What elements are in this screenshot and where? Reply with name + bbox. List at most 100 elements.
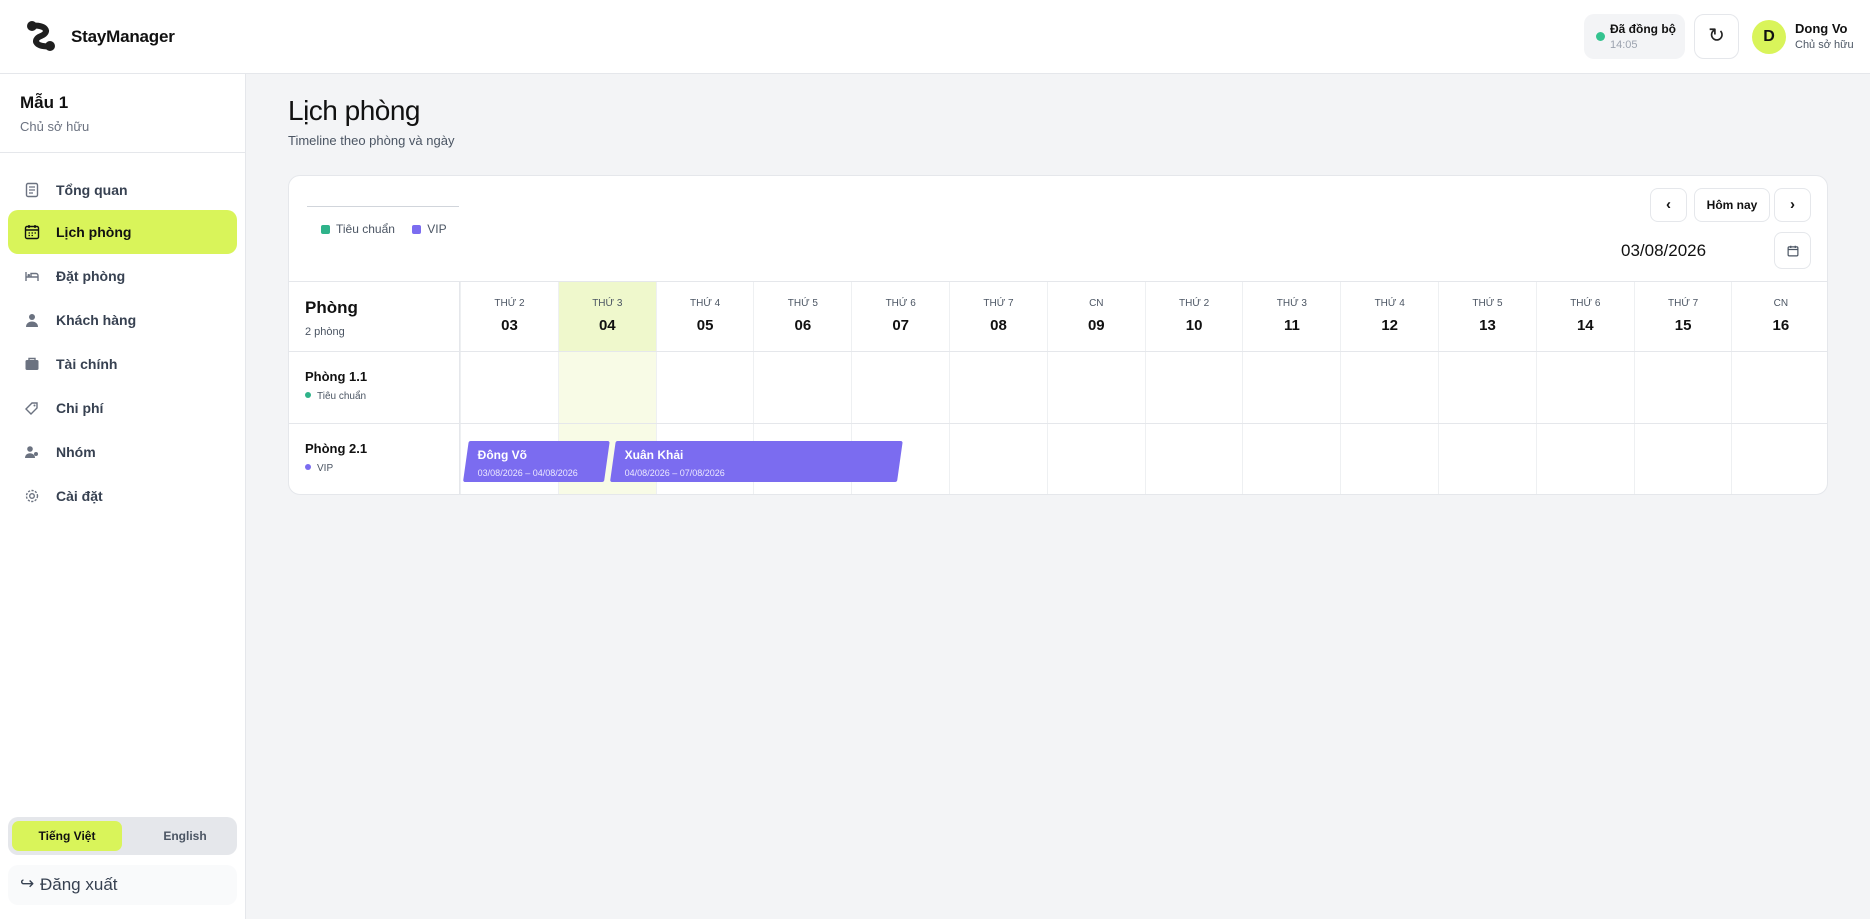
- sidebar-item-lich-phong[interactable]: Lịch phòng: [8, 210, 237, 254]
- top-bar: StayManager Đã đồng bộ 14:05 ↻ D Dong Vo…: [0, 0, 1870, 74]
- avatar[interactable]: D: [1752, 20, 1786, 54]
- day-column[interactable]: THỨ 2 10: [1144, 282, 1243, 494]
- day-number: 11: [1283, 317, 1300, 334]
- logout-label: Đăng xuất: [40, 875, 118, 894]
- day-header[interactable]: THỨ 3 11: [1243, 282, 1340, 351]
- day-column[interactable]: THỨ 4 12: [1340, 282, 1438, 494]
- booking-bar[interactable]: Đông Võ 03/08/2026 – 04/08/2026: [463, 441, 610, 482]
- sidebar-item-label: Lịch phòng: [56, 224, 132, 240]
- booking-dates: 03/08/2026 – 04/08/2026: [477, 468, 578, 478]
- day-number: 04: [598, 317, 616, 334]
- legend-swatch-icon: [412, 225, 422, 234]
- day-number: 15: [1674, 317, 1692, 334]
- next-week-button[interactable]: ›: [1774, 188, 1811, 222]
- room-name[interactable]: Phòng 1.1: [305, 369, 367, 384]
- sidebar-item-tong-quan[interactable]: Tổng quan: [8, 168, 237, 212]
- sidebar-item-tai-chinh[interactable]: Tài chính: [8, 342, 237, 386]
- day-number: 12: [1381, 317, 1399, 334]
- refresh-button[interactable]: ↻: [1694, 14, 1739, 59]
- gear-icon: [25, 489, 39, 503]
- day-column[interactable]: THỨ 7 15: [1633, 282, 1732, 494]
- sidebar-item-label: Nhóm: [56, 444, 96, 460]
- day-number: 08: [990, 317, 1007, 334]
- sidebar-item-chi-phi[interactable]: Chi phí: [8, 386, 237, 430]
- legend-item-vip: VIP: [412, 222, 447, 236]
- document-icon: [25, 182, 39, 198]
- day-header[interactable]: THỨ 4 12: [1341, 282, 1438, 351]
- day-of-week: CN: [1089, 298, 1104, 309]
- room-row-border: [289, 423, 1827, 424]
- room-type-dot-icon: [305, 392, 311, 398]
- day-header[interactable]: THỨ 6 14: [1537, 282, 1634, 351]
- day-header[interactable]: THỨ 6 07: [852, 282, 949, 351]
- day-number: 10: [1185, 317, 1203, 334]
- logout-icon: ↪: [20, 874, 35, 893]
- sync-status: Đã đồng bộ 14:05: [1584, 14, 1685, 59]
- page-title: Lịch phòng: [288, 95, 421, 126]
- room-timeline-card: Tiêu chuẩn VIP ‹ Hôm nay › 03/08/2026 Ph…: [288, 175, 1828, 495]
- sync-status-dot-icon: [1596, 32, 1605, 41]
- sidebar-item-label: Đặt phòng: [56, 268, 126, 284]
- booking-guest-name: Xuân Khải: [624, 448, 684, 462]
- day-of-week: THỨ 6: [1570, 298, 1601, 309]
- day-column[interactable]: THỨ 3 11: [1242, 282, 1340, 494]
- day-header[interactable]: THỨ 7 08: [950, 282, 1047, 351]
- booking-bar[interactable]: Xuân Khải 04/08/2026 – 07/08/2026: [609, 441, 903, 482]
- day-of-week: THỨ 3: [1276, 298, 1307, 309]
- legend-label: Tiêu chuẩn: [336, 222, 395, 236]
- day-column[interactable]: THỨ 7 08: [949, 282, 1047, 494]
- day-column[interactable]: CN 09: [1046, 282, 1145, 494]
- page-subtitle: Timeline theo phòng và ngày: [288, 133, 455, 148]
- legend-divider: [307, 206, 459, 207]
- day-number: 14: [1576, 317, 1594, 334]
- booking-guest-name: Đông Võ: [477, 448, 527, 462]
- day-header[interactable]: THỨ 7 15: [1635, 282, 1732, 351]
- day-column[interactable]: CN 16: [1731, 282, 1827, 494]
- sync-status-time: 14:05: [1610, 39, 1638, 51]
- day-of-week: THỨ 7: [1667, 298, 1699, 309]
- day-of-week: THỨ 5: [787, 298, 818, 309]
- language-option-en[interactable]: English: [130, 821, 240, 851]
- sidebar-item-khach-hang[interactable]: Khách hàng: [8, 298, 237, 342]
- calendar-icon: [1787, 245, 1799, 257]
- selected-date[interactable]: 03/08/2026: [1621, 241, 1706, 261]
- date-picker-button[interactable]: [1774, 232, 1811, 269]
- staymanager-logo-icon[interactable]: [25, 20, 57, 52]
- room-column-border: [459, 281, 460, 494]
- room-type-legend: Tiêu chuẩn VIP: [321, 222, 461, 236]
- day-of-week: THỨ 2: [494, 298, 525, 309]
- day-header[interactable]: THỨ 2 03: [461, 282, 558, 351]
- booking-content: Đông Võ 03/08/2026 – 04/08/2026: [478, 448, 578, 478]
- sidebar-item-dat-phong[interactable]: Đặt phòng: [8, 254, 237, 298]
- sidebar-item-label: Khách hàng: [56, 312, 137, 328]
- sidebar-divider: [0, 152, 245, 153]
- user-name[interactable]: Dong Vo: [1795, 21, 1847, 36]
- room-name[interactable]: Phòng 2.1: [305, 441, 367, 456]
- day-header[interactable]: CN 09: [1048, 282, 1145, 351]
- today-button[interactable]: Hôm nay: [1694, 188, 1770, 222]
- day-header[interactable]: THỨ 4 05: [657, 282, 754, 351]
- brand-name[interactable]: StayManager: [71, 27, 175, 47]
- day-column[interactable]: THỨ 6 14: [1535, 282, 1634, 494]
- day-number: 13: [1479, 317, 1496, 334]
- language-switcher: Tiếng Việt English: [8, 817, 237, 855]
- day-header[interactable]: THỨ 2 10: [1146, 282, 1243, 351]
- rooms-header: Phòng: [305, 298, 358, 317]
- sidebar-item-label: Chi phí: [56, 400, 104, 416]
- day-header[interactable]: THỨ 5 13: [1439, 282, 1536, 351]
- day-column[interactable]: THỨ 5 13: [1438, 282, 1536, 494]
- legend-swatch-icon: [321, 225, 330, 234]
- user-icon: [26, 314, 38, 327]
- prev-week-button[interactable]: ‹: [1650, 188, 1687, 222]
- day-header[interactable]: CN 16: [1732, 282, 1827, 351]
- room-type-dot-icon: [305, 464, 311, 470]
- sidebar-item-cai-dat[interactable]: Cài đặt: [8, 474, 237, 518]
- day-header[interactable]: THỨ 5 06: [754, 282, 851, 351]
- day-header[interactable]: THỨ 3 04: [558, 282, 656, 351]
- logout-button[interactable]: ↪ Đăng xuất: [8, 865, 237, 905]
- language-option-vi[interactable]: Tiếng Việt: [12, 821, 122, 851]
- day-of-week: THỨ 7: [983, 298, 1014, 309]
- sidebar-item-nhom[interactable]: Nhóm: [8, 430, 237, 474]
- day-number: 16: [1772, 317, 1790, 334]
- day-number: 07: [892, 317, 910, 334]
